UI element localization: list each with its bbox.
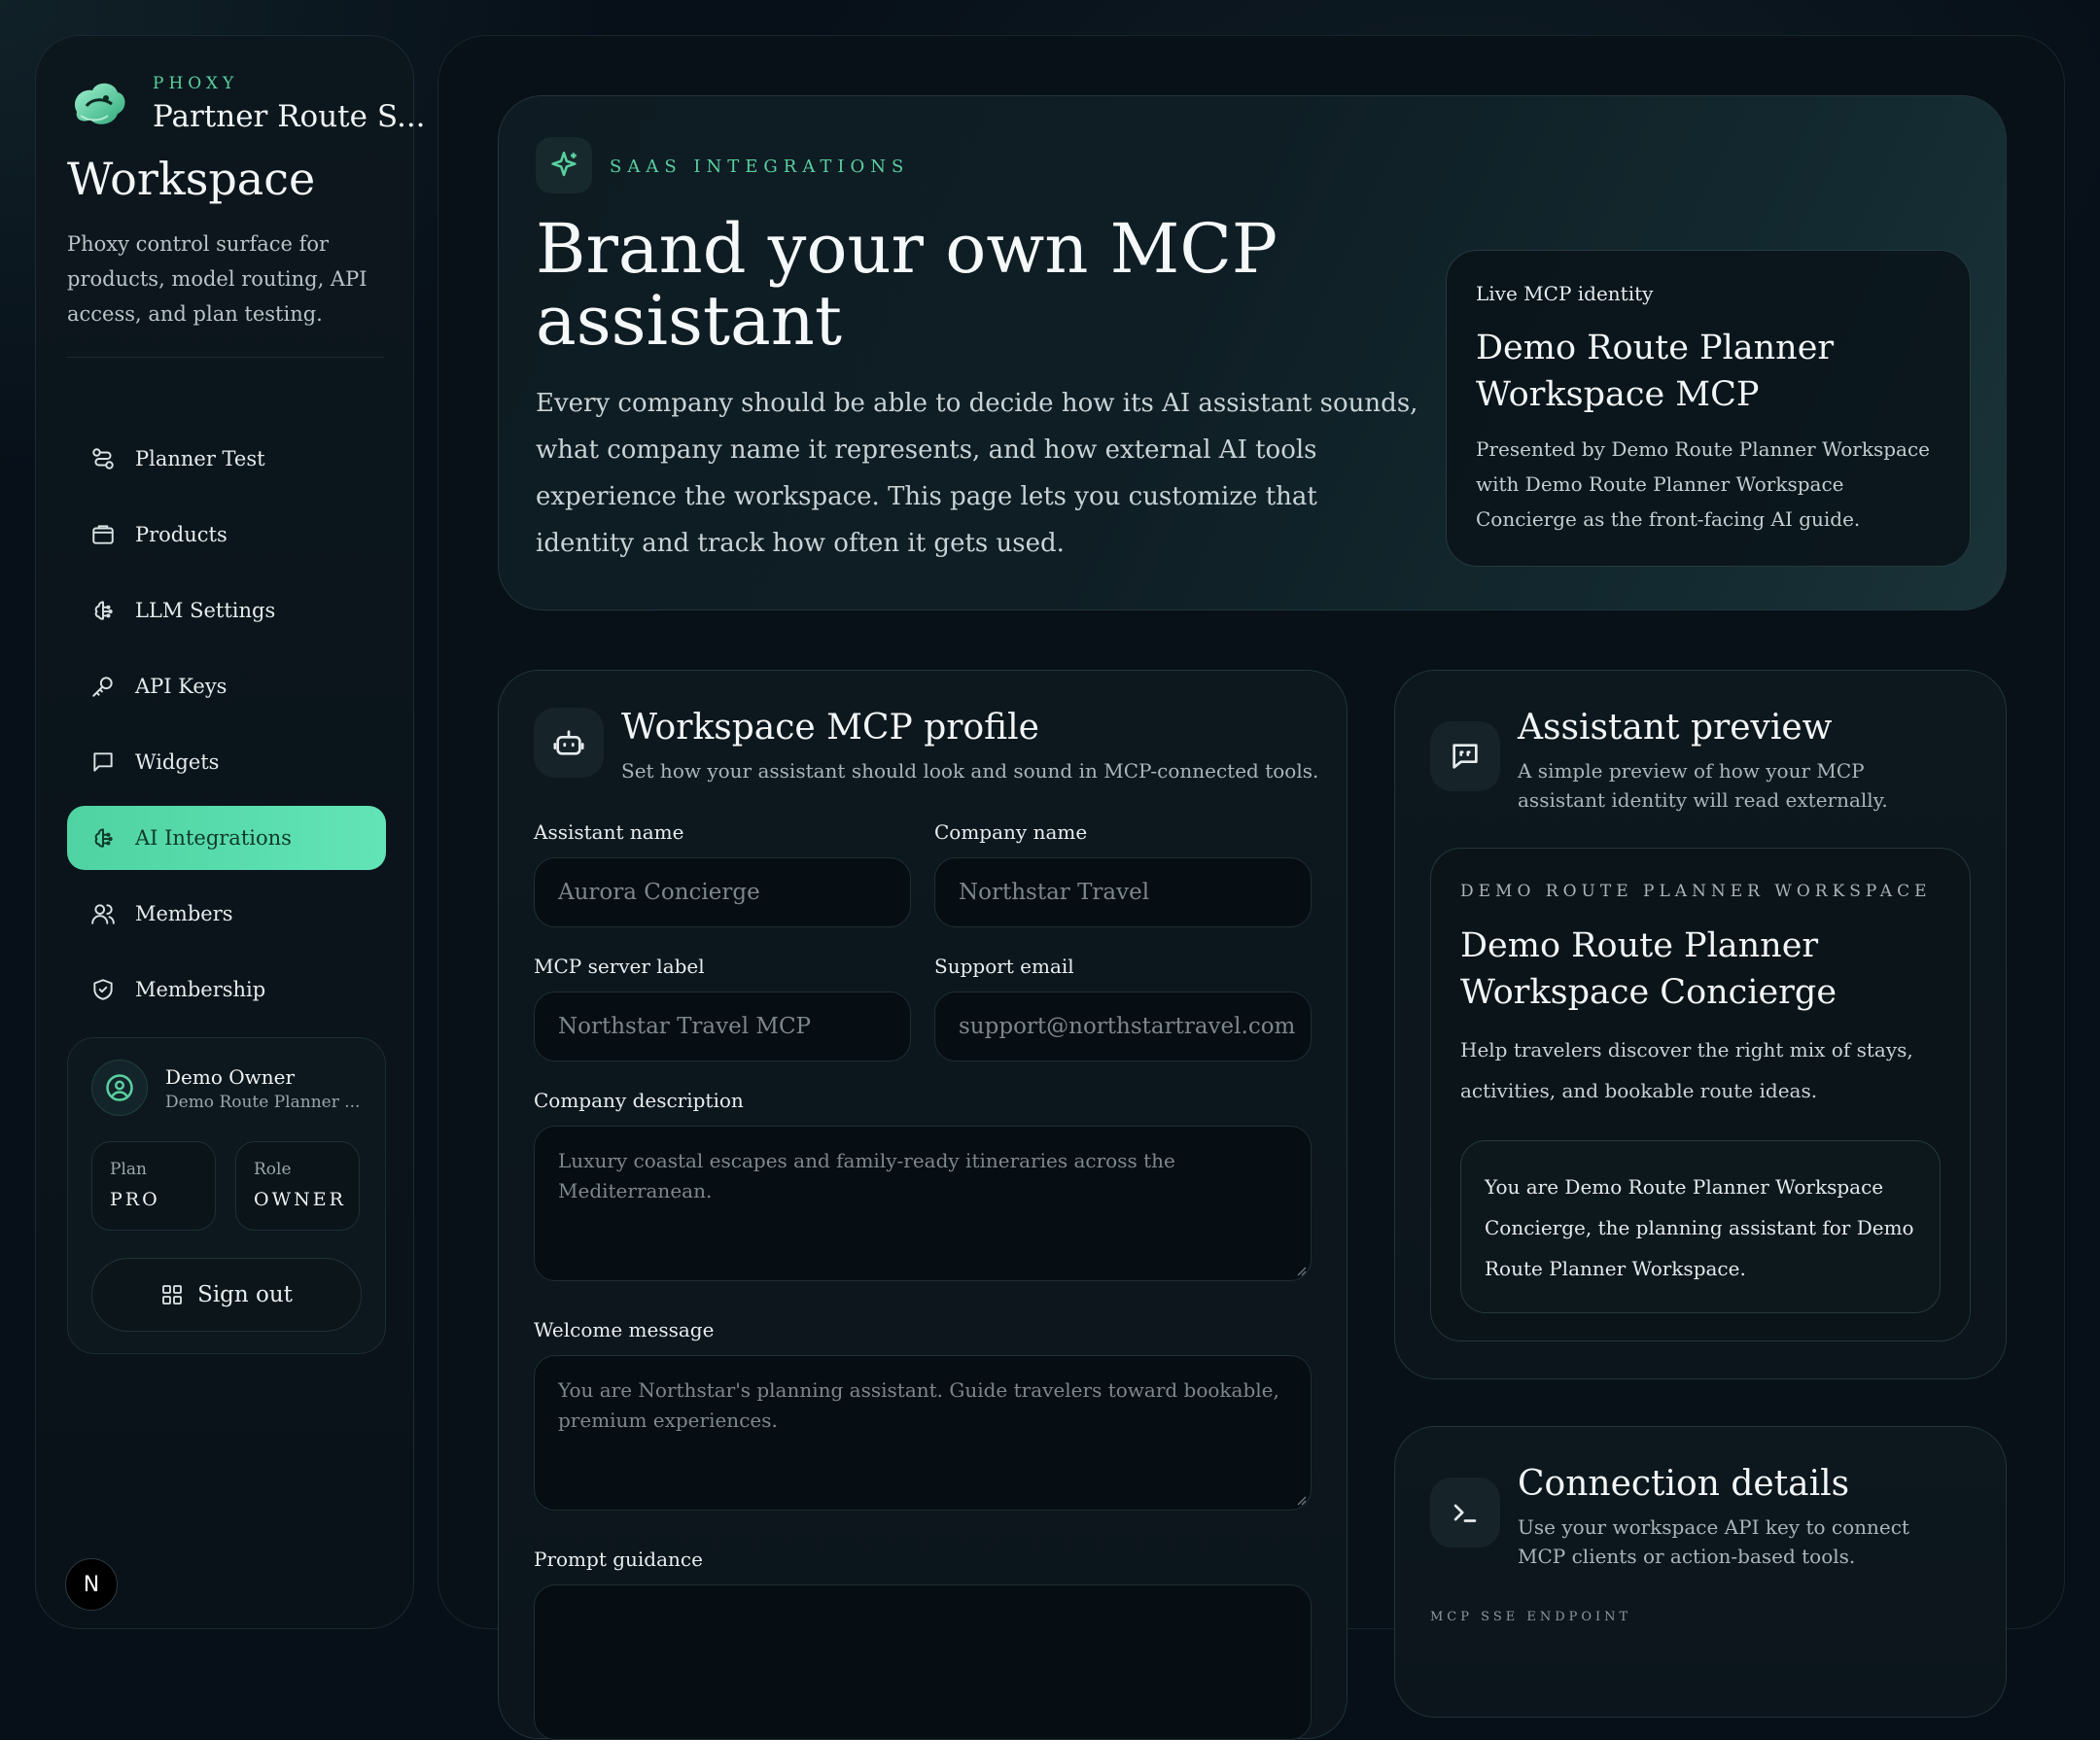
- sidebar-item-label: Widgets: [135, 750, 220, 774]
- plan-value: PRO: [110, 1189, 160, 1210]
- sign-out-label: Sign out: [197, 1282, 293, 1307]
- preview-description: Help travelers discover the right mix of…: [1460, 1038, 1913, 1102]
- user-card: Demo Owner Demo Route Planner ... Plan P…: [67, 1037, 386, 1354]
- preview-workspace-kicker: DEMO ROUTE PLANNER WORKSPACE: [1460, 882, 1932, 901]
- company-description-textarea[interactable]: Luxury coastal escapes and family-ready …: [534, 1126, 1312, 1281]
- profile-title: Workspace MCP profile: [621, 708, 1039, 748]
- welcome-message-textarea[interactable]: You are Northstar's planning assistant. …: [534, 1355, 1312, 1511]
- card-icon-badge: [1430, 1478, 1500, 1548]
- sidebar-item-widgets[interactable]: Widgets: [67, 730, 386, 794]
- connection-title: Connection details: [1518, 1464, 1850, 1504]
- terminal-icon: [1453, 1504, 1477, 1522]
- route-icon: [92, 448, 114, 470]
- sidebar: PHOXY Partner Route S... Workspace Phoxy…: [35, 35, 426, 1629]
- profile-subtitle: Set how your assistant should look and s…: [621, 759, 1319, 783]
- role-label: Role: [254, 1160, 292, 1179]
- user-name: Demo Owner: [165, 1065, 296, 1089]
- package-icon: [92, 525, 114, 544]
- sidebar-nav: Planner Test Products LLM Settings API K…: [67, 427, 386, 1033]
- page-title: Brand your own MCP assistant: [536, 209, 1278, 361]
- sidebar-item-label: API Keys: [135, 675, 228, 698]
- nextjs-badge[interactable]: N: [65, 1558, 118, 1611]
- sidebar-item-membership[interactable]: Membership: [67, 957, 386, 1022]
- brand-kicker: PHOXY: [153, 74, 239, 93]
- users-icon: [91, 904, 115, 924]
- sidebar-item-members[interactable]: Members: [67, 882, 386, 946]
- sidebar-item-products[interactable]: Products: [67, 503, 386, 567]
- bot-icon: [553, 730, 584, 755]
- server-label-label: MCP server label: [534, 955, 705, 978]
- role-box: Role OWNER: [235, 1141, 360, 1231]
- sidebar-item-planner-test[interactable]: Planner Test: [67, 427, 386, 491]
- sidebar-description: Phoxy control surface for products, mode…: [67, 232, 368, 326]
- plan-label: Plan: [110, 1160, 147, 1179]
- user-circle-icon: [106, 1074, 133, 1101]
- support-email-label: Support email: [934, 955, 1074, 978]
- sidebar-title: Workspace: [67, 153, 316, 205]
- avatar[interactable]: [91, 1060, 148, 1116]
- hero-kicker: SAAS INTEGRATIONS: [610, 157, 910, 177]
- sparkles-icon: [551, 151, 577, 177]
- sidebar-item-llm-settings[interactable]: LLM Settings: [67, 578, 386, 643]
- sidebar-item-label: Members: [135, 902, 233, 925]
- key-icon: [92, 677, 113, 697]
- layout-grid-icon: [162, 1285, 182, 1305]
- plan-box: Plan PRO: [91, 1141, 216, 1231]
- preview-panel: DEMO ROUTE PLANNER WORKSPACE Demo Route …: [1430, 848, 1971, 1341]
- brand[interactable]: PHOXY Partner Route S...: [67, 73, 426, 135]
- company-description-label: Company description: [534, 1089, 744, 1112]
- hero-description: Every company should be able to decide h…: [536, 389, 1418, 558]
- resize-handle-icon[interactable]: [1295, 1265, 1307, 1276]
- resize-handle-icon[interactable]: [1295, 1494, 1307, 1506]
- company-description-placeholder: Luxury coastal escapes and family-ready …: [558, 1149, 1175, 1202]
- phoxy-logo-icon: [74, 83, 125, 124]
- preview-subtitle: A simple preview of how your MCP assista…: [1518, 759, 1888, 812]
- brand-name: Partner Route S...: [153, 99, 426, 134]
- sidebar-item-label: Membership: [135, 978, 266, 1001]
- brain-icon: [94, 601, 113, 620]
- sidebar-item-label: Products: [135, 523, 228, 546]
- brain-icon: [94, 828, 113, 848]
- company-name-input[interactable]: Northstar Travel: [934, 857, 1312, 927]
- sidebar-item-label: Planner Test: [135, 447, 265, 470]
- server-label-input[interactable]: Northstar Travel MCP: [534, 992, 911, 1061]
- welcome-message-label: Welcome message: [534, 1318, 715, 1341]
- support-email-input[interactable]: support@northstartravel.com: [934, 992, 1312, 1061]
- assistant-name-label: Assistant name: [534, 820, 684, 844]
- welcome-message-placeholder: You are Northstar's planning assistant. …: [558, 1378, 1279, 1432]
- identity-description: Presented by Demo Route Planner Workspac…: [1476, 437, 1931, 531]
- mcp-profile-card: Workspace MCP profile Set how your assis…: [498, 670, 1348, 1740]
- main-content: SAAS INTEGRATIONS Brand your own MCP ass…: [438, 35, 2065, 1740]
- assistant-preview-card: Assistant preview A simple preview of ho…: [1394, 670, 2007, 1379]
- connection-details-card: Connection details Use your workspace AP…: [1394, 1426, 2007, 1718]
- preview-assistant-name: Demo Route Planner Workspace Concierge: [1460, 926, 1838, 1012]
- sidebar-item-label: LLM Settings: [135, 599, 276, 622]
- sidebar-divider: [67, 357, 384, 358]
- company-name-label: Company name: [934, 820, 1088, 844]
- identity-name: Demo Route Planner Workspace MCP: [1476, 329, 1835, 414]
- preview-prompt: You are Demo Route Planner Workspace Con…: [1460, 1140, 1941, 1313]
- assistant-name-input[interactable]: Aurora Concierge: [534, 857, 911, 927]
- preview-title: Assistant preview: [1518, 708, 1833, 748]
- sign-out-button[interactable]: Sign out: [91, 1258, 362, 1332]
- card-icon-badge: [1430, 721, 1500, 791]
- connection-subtitle: Use your workspace API key to connect MC…: [1518, 1515, 1909, 1568]
- live-identity-card: Live MCP identity Demo Route Planner Wor…: [1446, 250, 1971, 567]
- hero-section: SAAS INTEGRATIONS Brand your own MCP ass…: [498, 95, 2007, 610]
- message-square-icon: [93, 752, 113, 772]
- role-value: OWNER: [254, 1189, 346, 1210]
- sidebar-item-api-keys[interactable]: API Keys: [67, 654, 386, 718]
- prompt-guidance-textarea[interactable]: [534, 1584, 1312, 1740]
- shield-icon: [93, 979, 113, 1000]
- card-icon-badge: [534, 708, 604, 778]
- endpoint-label: MCP SSE ENDPOINT: [1430, 1610, 1632, 1624]
- sidebar-item-ai-integrations[interactable]: AI Integrations: [67, 806, 386, 870]
- message-quote-icon: [1452, 744, 1478, 769]
- prompt-guidance-label: Prompt guidance: [534, 1548, 703, 1571]
- hero-icon-badge: [536, 137, 592, 193]
- sidebar-item-label: AI Integrations: [135, 826, 292, 850]
- identity-label: Live MCP identity: [1476, 282, 1654, 305]
- user-workspace: Demo Route Planner ...: [165, 1093, 361, 1112]
